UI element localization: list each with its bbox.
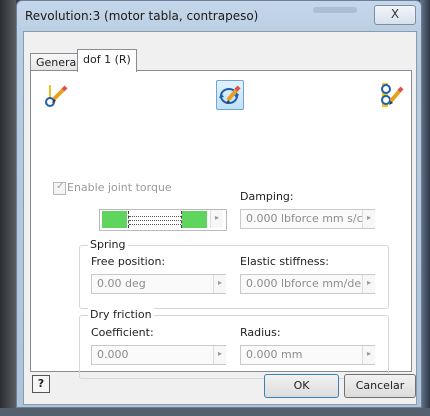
checkmark-icon: ✓ <box>56 181 65 192</box>
dialog-window: Revolution:3 (motor tabla, contrapeso) X… <box>16 0 422 408</box>
coupled-joints-button[interactable] <box>379 81 405 109</box>
free-position-spin-button[interactable]: ▸ <box>213 275 226 293</box>
radius-label: Radius: <box>240 326 281 339</box>
damping-spin-button[interactable]: ▸ <box>362 210 375 228</box>
elastic-stiffness-spin-button[interactable]: ▸ <box>362 275 375 293</box>
ok-button[interactable]: OK <box>264 374 339 398</box>
torque-law-selector[interactable]: ▸ <box>99 209 227 231</box>
free-position-label: Free position: <box>91 255 166 268</box>
elastic-stiffness-value: 0.000 lbforce mm/de <box>246 277 362 290</box>
coupled-joints-pencil-icon <box>381 83 404 107</box>
damping-field[interactable]: 0.000 lbforce mm s/c ▸ <box>240 209 375 229</box>
help-icon: ? <box>37 377 45 390</box>
coefficient-spin-button[interactable]: ▸ <box>213 346 226 364</box>
help-button[interactable]: ? <box>32 375 50 393</box>
torque-spin-button[interactable]: ▸ <box>210 210 223 228</box>
joint-edit-pencil-icon <box>45 85 68 107</box>
elastic-stiffness-field[interactable]: 0.000 lbforce mm/de ▸ <box>240 274 375 294</box>
title-bar[interactable]: Revolution:3 (motor tabla, contrapeso) X <box>17 1 421 31</box>
radius-spin-button[interactable]: ▸ <box>362 346 375 364</box>
joint-edit-button[interactable] <box>44 81 70 109</box>
torque-green-segment <box>182 211 207 228</box>
dialog-title: Revolution:3 (motor tabla, contrapeso) <box>25 9 259 23</box>
rotation-pencil-icon <box>219 85 241 104</box>
coefficient-value: 0.000 <box>97 348 129 361</box>
title-bar-glow <box>313 7 357 13</box>
torque-green-segment <box>102 211 127 228</box>
free-position-field[interactable]: 0.00 deg ▸ <box>91 274 226 294</box>
background-window-edge <box>0 0 16 416</box>
radius-value: 0.000 mm <box>246 348 303 361</box>
background-window-edge-bottom <box>0 408 430 416</box>
close-icon: X <box>390 7 400 21</box>
spring-group-title: Spring <box>88 238 128 251</box>
coefficient-label: Coefficient: <box>91 326 154 339</box>
tab-dof-1[interactable]: dof 1 (R) <box>77 49 137 72</box>
cancel-button[interactable]: Cancelar <box>344 374 416 398</box>
elastic-stiffness-label: Elastic stiffness: <box>240 255 329 268</box>
coefficient-field[interactable]: 0.000 ▸ <box>91 345 226 365</box>
tab-panel: ✓ Enable joint torque Damping: ▸ 0.000 l… <box>30 70 412 379</box>
dry-friction-group-title: Dry friction <box>88 308 154 321</box>
rotation-edit-button[interactable] <box>216 80 244 110</box>
torque-graph-preview <box>128 211 182 228</box>
enable-joint-torque-label: Enable joint torque <box>67 181 172 194</box>
close-button[interactable]: X <box>374 5 416 25</box>
free-position-value: 0.00 deg <box>97 277 146 290</box>
enable-joint-torque-checkbox[interactable]: ✓ <box>53 181 66 195</box>
dialog-client-area: General dof 1 (R) ✓ Enable joint torque … <box>23 31 417 405</box>
radius-field[interactable]: 0.000 mm ▸ <box>240 345 375 365</box>
damping-value: 0.000 lbforce mm s/c <box>246 212 363 225</box>
damping-label: Damping: <box>240 190 294 203</box>
